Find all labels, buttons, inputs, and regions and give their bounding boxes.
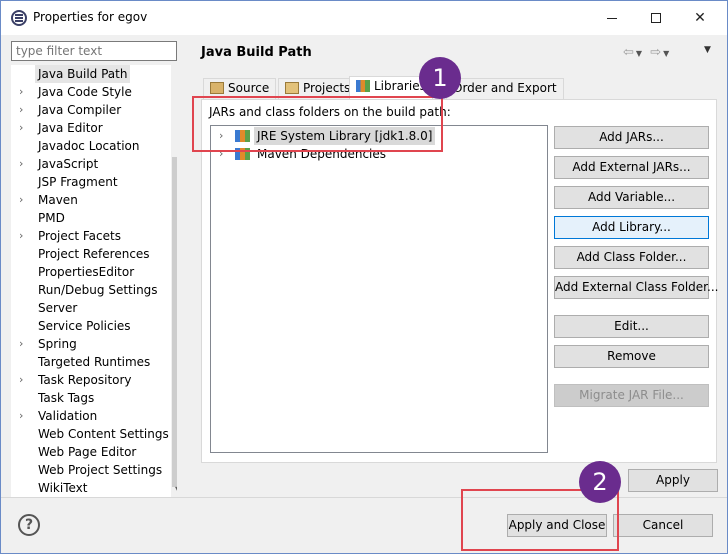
tree-item-label: Java Compiler [38, 103, 122, 117]
tree-scrollbar[interactable]: ▼ [171, 65, 177, 497]
tree-item-label: Web Project Settings [38, 463, 163, 477]
scroll-down-icon[interactable]: ▼ [175, 485, 177, 494]
expand-icon[interactable]: › [19, 155, 29, 173]
tree-item-server[interactable]: Server [11, 299, 169, 317]
add-class-folder-button[interactable]: Add Class Folder... [554, 246, 709, 269]
tree-item-targeted-runtimes[interactable]: Targeted Runtimes [11, 353, 169, 371]
tree-item-project-facets[interactable]: › Project Facets [11, 227, 169, 245]
tree-item-project-references[interactable]: Project References [11, 245, 169, 263]
tree-item-label: Project References [38, 247, 150, 261]
libraries-icon [356, 80, 370, 92]
minimize-icon [607, 18, 617, 19]
tree-item-label: Java Build Path [35, 65, 131, 83]
jar-list: › JRE System Library [jdk1.8.0] › Maven … [210, 125, 548, 453]
close-button[interactable]: ✕ [677, 1, 723, 35]
properties-window: Properties for egov ✕ WikiText Web Projec… [0, 0, 728, 554]
add-external-class-folder-button[interactable]: Add External Class Folder... [554, 276, 718, 299]
view-menu-icon[interactable]: ▼ [704, 45, 711, 55]
tree-item-label: Java Editor [38, 121, 103, 135]
tree-item-javascript[interactable]: › JavaScript [11, 155, 169, 173]
tree-item-label: Service Policies [38, 319, 131, 333]
projects-icon [285, 82, 299, 94]
close-icon: ✕ [694, 10, 706, 26]
tree-item-maven[interactable]: › Maven [11, 191, 169, 209]
add-variable-button[interactable]: Add Variable... [554, 186, 709, 209]
source-folder-icon [210, 82, 224, 94]
expand-icon[interactable]: › [19, 335, 29, 353]
add-library-button[interactable]: Add Library... [554, 216, 709, 239]
tree-item-wikitext[interactable]: WikiText [11, 479, 169, 497]
minimize-button[interactable] [589, 1, 635, 35]
back-dropdown-icon[interactable]: ▼ [636, 49, 644, 58]
remove-button[interactable]: Remove [554, 345, 709, 368]
tree-item-label: Validation [38, 409, 98, 423]
tree-item-java-code-style[interactable]: › Java Code Style [11, 83, 169, 101]
tree-item-label: Java Code Style [38, 85, 132, 99]
tree-item-pmd[interactable]: PMD [11, 209, 169, 227]
tree-item-label: Javadoc Location [38, 139, 140, 153]
tree-item-label: Spring [38, 337, 77, 351]
tree-item-label: PropertiesEditor [38, 265, 135, 279]
annotation-highlight-1 [192, 96, 443, 152]
tree-item-task-tags[interactable]: Task Tags [11, 389, 169, 407]
edit-button[interactable]: Edit... [554, 315, 709, 338]
add-external-jars-button[interactable]: Add External JARs... [554, 156, 709, 179]
filter-input[interactable] [11, 41, 177, 61]
expand-icon[interactable]: › [19, 83, 29, 101]
annotation-badge-1: 1 [419, 57, 461, 99]
help-icon[interactable]: ? [18, 514, 40, 536]
migrate-jar-file-button[interactable]: Migrate JAR File... [554, 384, 709, 407]
tree-item-label: PMD [38, 211, 65, 225]
cancel-button[interactable]: Cancel [613, 514, 713, 537]
tree-item-label: Run/Debug Settings [38, 283, 158, 297]
tree-item-label: Web Page Editor [38, 445, 137, 459]
tree-item-label: Maven [38, 193, 78, 207]
tree-item-java-build-path[interactable]: Java Build Path [11, 65, 169, 83]
tree-item-java-compiler[interactable]: › Java Compiler [11, 101, 169, 119]
tree-item-task-repository[interactable]: › Task Repository [11, 371, 169, 389]
forward-icon[interactable]: ⇨ [650, 45, 663, 60]
back-icon[interactable]: ⇦ [623, 45, 636, 60]
add-jars-button[interactable]: Add JARs... [554, 126, 709, 149]
history-nav[interactable]: ⇦▼ ⇨▼ [623, 45, 671, 60]
tree-item-label: JSP Fragment [38, 175, 118, 189]
maximize-button[interactable] [633, 1, 679, 35]
tree-item-label: Server [38, 301, 78, 315]
apply-button[interactable]: Apply [628, 469, 718, 492]
expand-icon[interactable]: › [19, 191, 29, 209]
expand-icon[interactable]: › [19, 101, 29, 119]
tree-item-label: Task Repository [38, 373, 132, 387]
page-title: Java Build Path [201, 45, 312, 60]
properties-tree: WikiText Web Project Settings Web Page Edi… [11, 65, 177, 497]
expand-icon[interactable]: › [19, 371, 29, 389]
tree-item-label: JavaScript [38, 157, 99, 171]
window-title: Properties for egov [33, 10, 148, 24]
tree-item-label: Task Tags [38, 391, 95, 405]
tree-item-label: WikiText [38, 481, 88, 495]
expand-icon[interactable]: › [19, 119, 29, 137]
annotation-badge-2: 2 [579, 461, 621, 503]
tree-item-label: Targeted Runtimes [38, 355, 151, 369]
tree-item-label: Project Facets [38, 229, 121, 243]
title-bar: Properties for egov ✕ [1, 1, 727, 35]
expand-icon[interactable]: › [19, 227, 29, 245]
tree-item-jsp-fragment[interactable]: JSP Fragment [11, 173, 169, 191]
tree-item-web-content-settings[interactable]: Web Content Settings [11, 425, 169, 443]
tree-item-run-debug-settings[interactable]: Run/Debug Settings [11, 281, 169, 299]
forward-dropdown-icon[interactable]: ▼ [663, 49, 671, 58]
tab-order-and-export[interactable]: Order and Export [446, 78, 564, 99]
tree-item-java-editor[interactable]: › Java Editor [11, 119, 169, 137]
tree-item-web-page-editor[interactable]: Web Page Editor [11, 443, 169, 461]
tree-item-propertieseditor[interactable]: PropertiesEditor [11, 263, 169, 281]
tree-item-service-policies[interactable]: Service Policies [11, 317, 169, 335]
tree-scrollbar-thumb[interactable] [172, 157, 177, 487]
tree-item-validation[interactable]: › Validation [11, 407, 169, 425]
tree-item-label: Web Content Settings [38, 427, 169, 441]
expand-icon[interactable]: › [19, 407, 29, 425]
tree-item-web-project-settings[interactable]: Web Project Settings [11, 461, 169, 479]
maximize-icon [651, 13, 661, 23]
eclipse-icon [11, 10, 27, 26]
tree-item-javadoc-location[interactable]: Javadoc Location [11, 137, 169, 155]
tree-item-spring[interactable]: › Spring [11, 335, 169, 353]
